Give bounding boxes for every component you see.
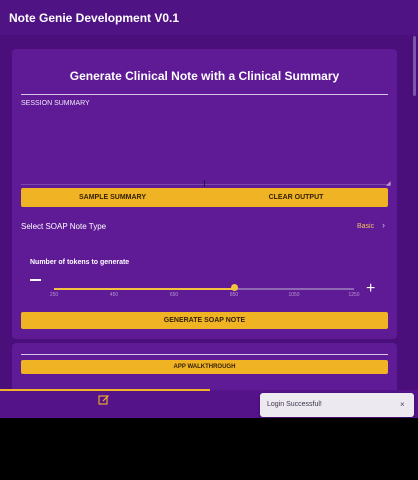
app-header: Note Genie Development V0.1 (0, 0, 418, 35)
soap-type-select[interactable]: Basic (357, 223, 374, 230)
clinical-note-card: Generate Clinical Note with a Clinical S… (12, 49, 397, 339)
text-cursor-icon: I (203, 179, 206, 190)
minus-icon[interactable] (30, 279, 41, 281)
app-window: Note Genie Development V0.1 Generate Cli… (0, 0, 418, 418)
tokens-slider-fill (54, 288, 234, 290)
clear-output-button[interactable]: CLEAR OUTPUT (204, 188, 388, 207)
session-summary-label: SESSION SUMMARY (21, 100, 90, 107)
scrollbar[interactable] (413, 36, 416, 96)
card-title: Generate Clinical Note with a Clinical S… (69, 69, 340, 83)
soap-type-label: Select SOAP Note Type (21, 222, 107, 231)
walkthrough-divider (21, 354, 388, 355)
slider-tick-label: 1250 (348, 292, 360, 298)
sample-summary-button[interactable]: SAMPLE SUMMARY (21, 188, 204, 207)
slider-tick-label: 650 (169, 292, 179, 298)
resize-handle-icon[interactable]: ◢ (386, 180, 391, 187)
title-divider (21, 94, 388, 95)
summary-button-bar: SAMPLE SUMMARY CLEAR OUTPUT (21, 188, 388, 207)
toast-message: Login Successful! (267, 401, 322, 408)
tokens-label: Number of tokens to generate (30, 259, 130, 266)
chevron-right-icon[interactable]: › (382, 220, 385, 230)
session-summary-input[interactable] (21, 109, 388, 185)
app-walkthrough-button[interactable]: APP WALKTHROUGH (21, 360, 388, 374)
slider-tick-label: 450 (109, 292, 119, 298)
active-tab-indicator (0, 389, 210, 391)
close-icon[interactable]: × (400, 400, 405, 409)
tokens-slider-thumb[interactable] (230, 284, 238, 291)
plus-icon[interactable]: + (366, 281, 375, 297)
slider-tick-label: 250 (49, 292, 59, 298)
tokens-slider-track[interactable] (54, 288, 354, 290)
slider-tick-label: 1050 (288, 292, 300, 298)
generate-soap-note-button[interactable]: GENERATE SOAP NOTE (21, 312, 388, 329)
edit-icon[interactable] (98, 394, 110, 406)
slider-tick-label: 850 (229, 292, 239, 298)
app-title: Note Genie Development V0.1 (9, 11, 180, 25)
login-toast: Login Successful! × (260, 393, 414, 417)
